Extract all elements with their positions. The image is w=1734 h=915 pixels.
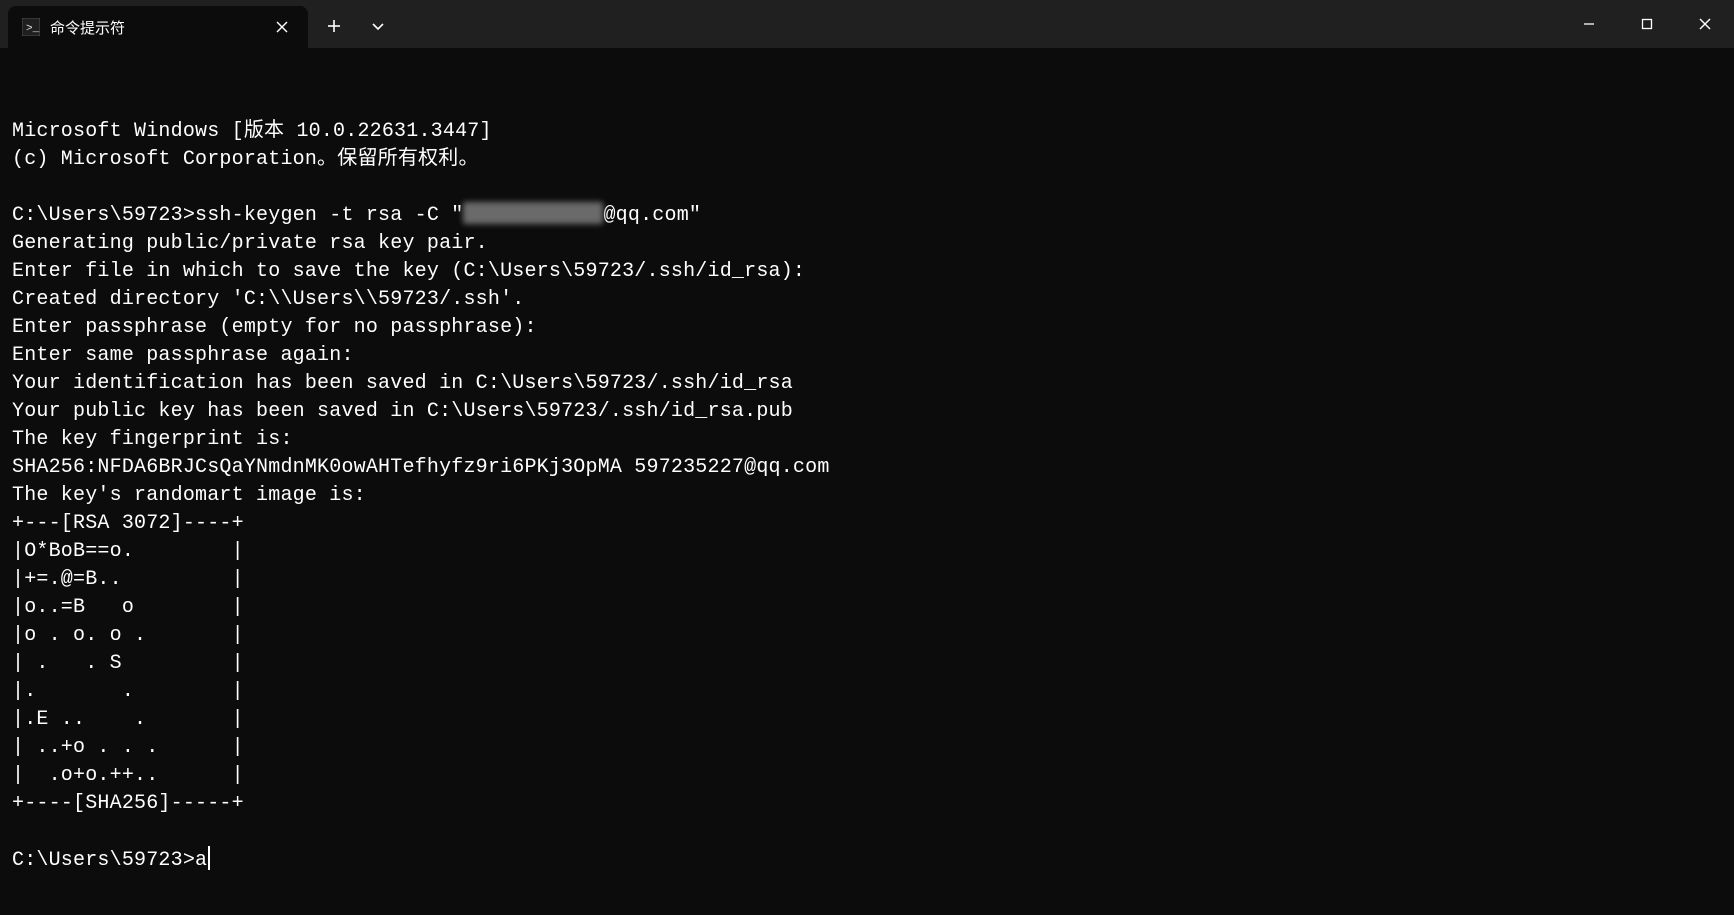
titlebar-drag-region[interactable] <box>400 0 1560 48</box>
svg-text:>_: >_ <box>26 23 40 35</box>
terminal-output: Microsoft Windows [版本 10.0.22631.3447] (… <box>12 118 1722 875</box>
text-cursor <box>208 846 210 870</box>
close-icon <box>276 21 288 33</box>
plus-icon <box>327 19 341 33</box>
maximize-button[interactable] <box>1618 0 1676 48</box>
terminal-viewport[interactable]: Microsoft Windows [版本 10.0.22631.3447] (… <box>0 48 1734 915</box>
tabbar-buttons <box>312 0 400 48</box>
titlebar: >_ 命令提示符 <box>0 0 1734 48</box>
window-controls <box>1560 0 1734 48</box>
new-tab-button[interactable] <box>312 6 356 46</box>
chevron-down-icon <box>371 19 385 33</box>
minimize-icon <box>1583 18 1595 30</box>
tab-close-button[interactable] <box>268 13 296 41</box>
tab-dropdown-button[interactable] <box>356 6 400 46</box>
minimize-button[interactable] <box>1560 0 1618 48</box>
prompt-line[interactable]: C:\Users\59723>a <box>12 849 210 872</box>
maximize-icon <box>1641 18 1653 30</box>
active-tab[interactable]: >_ 命令提示符 <box>8 6 308 48</box>
command-line: C:\Users\59723>ssh-keygen -t rsa -C "@qq… <box>12 204 701 227</box>
close-icon <box>1699 18 1711 30</box>
cmd-icon: >_ <box>22 18 40 36</box>
window-close-button[interactable] <box>1676 0 1734 48</box>
redacted-email-prefix <box>463 202 603 224</box>
tab-title: 命令提示符 <box>50 17 258 38</box>
